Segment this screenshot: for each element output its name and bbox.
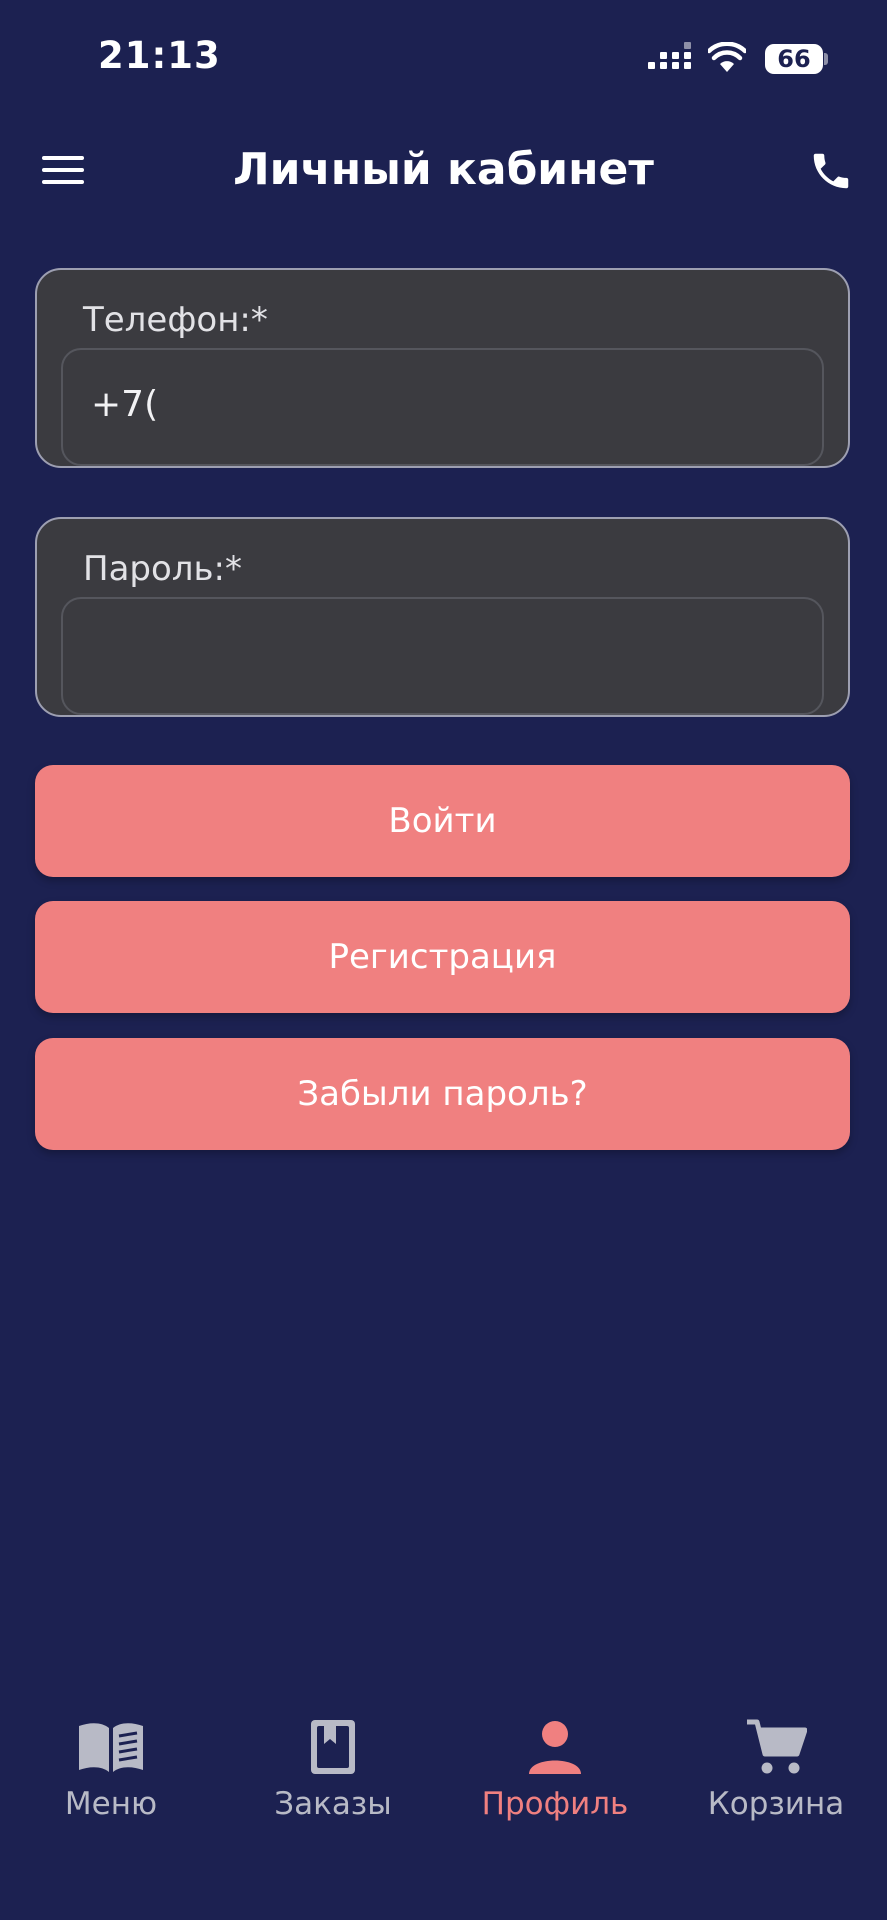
bookmark-book-icon (311, 1720, 355, 1774)
forgot-password-button[interactable]: Забыли пароль? (35, 1038, 850, 1150)
tab-menu[interactable]: Меню (11, 1718, 211, 1822)
battery-icon: 66 (765, 44, 823, 74)
tab-cart[interactable]: Корзина (676, 1718, 876, 1822)
wifi-icon (708, 42, 746, 72)
phone-icon[interactable] (808, 148, 854, 194)
battery-cap (824, 53, 828, 65)
tab-orders[interactable]: Заказы (233, 1718, 433, 1822)
battery-level: 66 (777, 45, 811, 73)
cellular-signal-icon (648, 42, 694, 76)
cart-icon (747, 1719, 807, 1774)
password-input[interactable] (61, 597, 824, 715)
tab-profile[interactable]: Профиль (455, 1718, 655, 1822)
phone-label: Телефон:* (83, 300, 268, 340)
password-label: Пароль:* (83, 549, 243, 589)
phone-field-group: Телефон:* (35, 268, 850, 468)
tab-orders-label: Заказы (274, 1786, 392, 1822)
login-button[interactable]: Войти (35, 765, 850, 877)
phone-input[interactable] (61, 348, 824, 466)
book-icon (79, 1723, 143, 1772)
tab-profile-label: Профиль (481, 1786, 629, 1822)
tab-menu-label: Меню (64, 1786, 158, 1822)
person-icon (529, 1721, 581, 1774)
tab-cart-label: Корзина (707, 1786, 845, 1822)
status-time: 21:13 (98, 34, 221, 77)
register-button[interactable]: Регистрация (35, 901, 850, 1013)
page-title: Личный кабинет (233, 144, 654, 195)
password-field-group: Пароль:* (35, 517, 850, 717)
